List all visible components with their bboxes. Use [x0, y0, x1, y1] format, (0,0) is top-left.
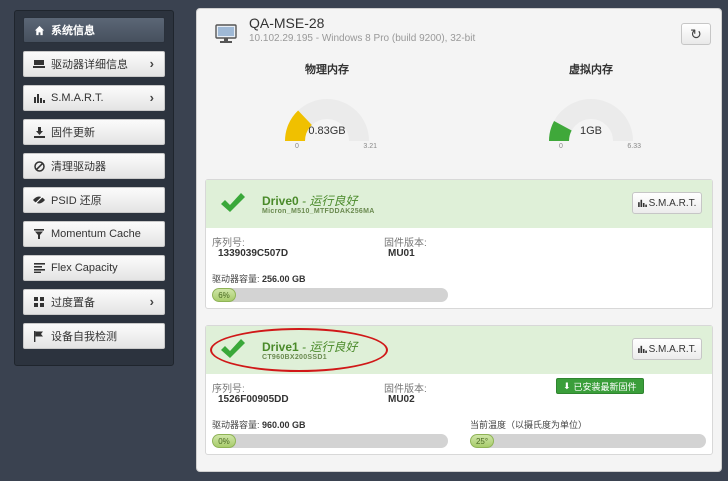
refresh-button[interactable]: ↻ — [681, 23, 711, 45]
serial-label: 序列号: — [212, 384, 245, 395]
virtual-memory-gauge: 虚拟内存 1GB 0 6.33 — [531, 61, 651, 157]
sidebar-item-label: 固件更新 — [51, 127, 95, 139]
sidebar-item-device-self-test[interactable]: 设备自我检测 — [23, 323, 165, 349]
no-entry-icon — [32, 160, 46, 172]
check-icon — [220, 338, 246, 363]
sidebar-item-label: 系统信息 — [51, 25, 95, 37]
sidebar-item-label: PSID 还原 — [51, 195, 102, 207]
capacity-label: 驱动器容量: 960.00 GB — [212, 420, 306, 430]
physical-memory-gauge: 物理内存 0.83GB 0 3.21 — [267, 61, 387, 157]
filter-icon — [32, 229, 46, 239]
grid-icon — [32, 297, 46, 307]
sidebar-item-momentum-cache[interactable]: Momentum Cache — [23, 221, 165, 247]
sidebar-item-system-info[interactable]: 系统信息 — [23, 17, 165, 43]
sidebar-item-label: S.M.A.R.T. — [51, 92, 104, 104]
sidebar-item-label: 驱动器详细信息 — [51, 59, 128, 71]
gauge-title: 物理内存 — [305, 64, 349, 76]
gauge-max-label: 6.33 — [627, 143, 641, 150]
smart-button-label: S.M.A.R.T. — [648, 197, 697, 209]
sidebar-item-psid-revert[interactable]: PSID 还原 — [23, 187, 165, 213]
drive-header: Drive0 - 运行良好 Micron_M510_MTFDDAK256MA S… — [206, 180, 712, 228]
drive-header: Drive1 - 运行良好 CT960BX200SSD1 S.M.A.R.T. — [206, 326, 712, 374]
sidebar-item-firmware-update[interactable]: 固件更新 — [23, 119, 165, 145]
gauge-arc — [549, 99, 633, 142]
drive-title: Drive0 - 运行良好 — [262, 192, 357, 209]
flag-icon — [32, 330, 46, 342]
sidebar-item-label: 过度置备 — [51, 297, 95, 309]
bar-chart-icon — [637, 345, 647, 353]
sidebar-item-drive-details[interactable]: 驱动器详细信息 › — [23, 51, 165, 77]
usage-bar-fill: 0% — [212, 434, 236, 448]
gauge-min-label: 0 — [295, 143, 299, 150]
home-icon — [32, 25, 46, 36]
monitor-icon — [215, 23, 237, 45]
capacity-value: 960.00 GB — [262, 420, 306, 430]
check-icon — [220, 192, 246, 217]
sidebar-item-flex-capacity[interactable]: Flex Capacity — [23, 255, 165, 281]
gauge-value: 0.83GB — [308, 125, 346, 137]
drive-icon — [32, 59, 46, 69]
usage-bar-fill: 6% — [212, 288, 236, 302]
host-name: QA-MSE-28 — [249, 15, 325, 31]
drive-model: CT960BX200SSD1 — [262, 354, 327, 361]
firmware-label: 固件版本: — [384, 238, 427, 249]
chevron-right-icon: › — [149, 294, 154, 309]
serial-value: 1526F00905DD — [218, 394, 289, 405]
gauge-min-label: 0 — [559, 143, 563, 150]
host-details: 10.102.29.195 - Windows 8 Pro (build 920… — [249, 33, 476, 44]
gauge-max-label: 3.21 — [363, 143, 377, 150]
smart-button-label: S.M.A.R.T. — [648, 343, 697, 355]
chevron-right-icon: › — [149, 90, 154, 105]
drive-card-0: Drive0 - 运行良好 Micron_M510_MTFDDAK256MA S… — [205, 179, 713, 309]
download-icon: ⬇ — [563, 380, 571, 391]
serial-value: 1339039C507D — [218, 248, 289, 259]
sidebar-item-label: Flex Capacity — [51, 262, 118, 274]
gauge-arc — [285, 99, 369, 142]
sidebar-item-label: 设备自我检测 — [51, 331, 117, 343]
sidebar-nav: 系统信息 驱动器详细信息 › S.M.A.R.T. › 固件更新 清理驱动器 P… — [14, 10, 174, 366]
usage-bar: 6% — [212, 288, 448, 302]
sidebar-item-sanitize-drive[interactable]: 清理驱动器 — [23, 153, 165, 179]
drive-name: Drive1 — [262, 340, 299, 354]
capacity-value: 256.00 GB — [262, 274, 306, 284]
drive-title: Drive1 - 运行良好 — [262, 338, 357, 355]
drive-health-status: - 运行良好 — [298, 194, 358, 208]
sidebar-item-label: 清理驱动器 — [51, 161, 106, 173]
drive-name: Drive0 — [262, 194, 299, 208]
firmware-value: MU02 — [388, 394, 415, 405]
smart-button[interactable]: S.M.A.R.T. — [632, 192, 702, 214]
firmware-label: 固件版本: — [384, 384, 427, 395]
temperature-bar: 25° — [470, 434, 706, 448]
capacity-label: 驱动器容量: 256.00 GB — [212, 274, 306, 284]
serial-label: 序列号: — [212, 238, 245, 249]
temperature-bar-fill: 25° — [470, 434, 494, 448]
bar-chart-icon — [32, 93, 46, 103]
drive-health-status: - 运行良好 — [298, 340, 358, 354]
gauge-title: 虚拟内存 — [569, 64, 613, 76]
drive-model: Micron_M510_MTFDDAK256MA — [262, 208, 375, 215]
firmware-value: MU01 — [388, 248, 415, 259]
list-icon — [32, 263, 46, 273]
psid-icon — [32, 195, 46, 205]
temperature-label: 当前温度（以摄氏度为单位） — [470, 420, 588, 430]
refresh-icon: ↻ — [690, 25, 702, 42]
download-icon — [32, 126, 46, 138]
system-info-panel: QA-MSE-28 10.102.29.195 - Windows 8 Pro … — [196, 8, 722, 472]
sidebar-item-smart[interactable]: S.M.A.R.T. › — [23, 85, 165, 111]
firmware-up-to-date-button[interactable]: ⬇ 已安装最新固件 — [556, 378, 644, 394]
smart-button[interactable]: S.M.A.R.T. — [632, 338, 702, 360]
bar-chart-icon — [637, 199, 647, 207]
chevron-right-icon: › — [149, 56, 154, 71]
sidebar-item-over-provisioning[interactable]: 过度置备 › — [23, 289, 165, 315]
sidebar-item-label: Momentum Cache — [51, 228, 141, 240]
gauge-value: 1GB — [579, 125, 602, 137]
drive-card-1: Drive1 - 运行良好 CT960BX200SSD1 S.M.A.R.T. … — [205, 325, 713, 455]
usage-bar: 0% — [212, 434, 448, 448]
